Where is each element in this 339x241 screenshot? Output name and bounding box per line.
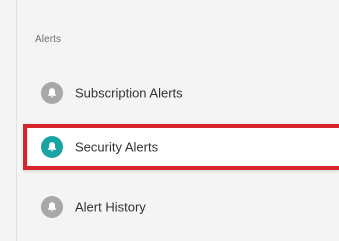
menu-item-subscription-alerts[interactable]: Subscription Alerts	[17, 72, 339, 114]
menu-item-alert-history[interactable]: Alert History	[17, 186, 339, 228]
menu-item-label: Subscription Alerts	[75, 85, 183, 101]
menu-item-security-alerts[interactable]: Security Alerts	[23, 124, 339, 170]
bell-icon	[41, 82, 63, 104]
menu-item-label: Alert History	[75, 199, 146, 215]
bell-icon	[41, 196, 63, 218]
alerts-panel: Alerts Subscription Alerts Security Aler…	[16, 0, 339, 241]
bell-icon	[41, 136, 63, 158]
menu-item-label: Security Alerts	[75, 139, 159, 155]
section-heading: Alerts	[35, 34, 62, 45]
